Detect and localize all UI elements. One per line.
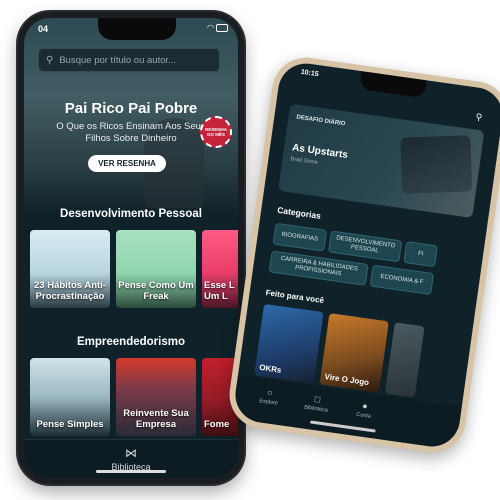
wifi-icon: ◠ (207, 23, 214, 32)
made-for-you-title: Feito para você (265, 288, 325, 306)
phone-front: 04 ◠ ⚲ Busque por título ou autor... Pai… (18, 12, 244, 484)
book-card-label: Esse L Um L (204, 280, 235, 302)
book-card[interactable]: Pense Como Um Freak (116, 230, 196, 308)
bookmark-icon: ⋈ (125, 446, 137, 460)
status-time: 10:15 (300, 68, 319, 79)
recommended-book-card[interactable]: OKRs (254, 303, 324, 384)
categories-title: Categorias (276, 204, 322, 221)
section-title-personal-development: Desenvolvimento Pessoal (60, 208, 202, 220)
tab-explore-label: Explore (258, 398, 279, 407)
battery-icon (216, 24, 228, 32)
phone-back: 10:15 ⚲ DESAFIO DIÁRIO As Upstarts Brad … (225, 53, 500, 457)
book-card-label: Reinvente Sua Empresa (123, 408, 189, 430)
category-chip[interactable]: DESENVOLVIMENTO PESSOAL (327, 230, 403, 263)
search-icon: ⚲ (46, 54, 54, 66)
tab-explore[interactable]: ○ Explore (248, 385, 290, 408)
tab-account-label: Conta (355, 411, 372, 420)
recommended-book-card[interactable]: Vire O Jogo (319, 313, 389, 393)
search-placeholder: Busque por título ou autor... (59, 54, 177, 66)
hero-title: Pai Rico Pai Pobre (64, 100, 198, 117)
phone-back-screen: 10:15 ⚲ DESAFIO DIÁRIO As Upstarts Brad … (231, 60, 500, 450)
notch (98, 18, 176, 40)
category-chip[interactable]: ECONOMIA & F (369, 264, 435, 296)
hero-subtitle: O Que os Ricos Ensinam Aos Seus Filhos S… (56, 121, 206, 144)
category-chip[interactable]: FI (403, 241, 438, 268)
section-title-entrepreneurship: Empreendedorismo (77, 336, 185, 348)
search-icon[interactable]: ⚲ (475, 112, 483, 124)
tab-library-label: Biblioteca (303, 404, 329, 414)
bookmark-icon: □ (314, 393, 321, 405)
daily-challenge-card[interactable]: DESAFIO DIÁRIO As Upstarts Brad Stone (278, 103, 485, 218)
book-card[interactable]: Esse L Um L (202, 230, 238, 308)
bottom-tab-bar: ⋈ Biblioteca (24, 439, 238, 478)
book-card[interactable]: 23 Hábitos Anti-Procrastinação (30, 230, 110, 308)
book-card-label: Pense Simples (36, 419, 104, 430)
tab-library[interactable]: □ Biblioteca (296, 391, 338, 414)
category-chip[interactable]: BIOGRAFIAS (272, 222, 328, 252)
book-card[interactable]: Pense Simples (30, 358, 110, 436)
search-input[interactable]: ⚲ Busque por título ou autor... (38, 48, 220, 72)
user-icon: ● (361, 400, 369, 412)
compass-icon: ○ (266, 387, 274, 398)
book-card[interactable]: Reinvente Sua Empresa (116, 358, 196, 436)
daily-challenge-image (400, 135, 473, 194)
tab-library[interactable]: ⋈ Biblioteca (24, 446, 238, 472)
book-card-label: Pense Como Um Freak (118, 280, 194, 302)
recommended-book-label: OKRs (258, 362, 282, 375)
review-of-month-badge: RESENHA DO MÊS (200, 116, 232, 148)
recommended-book-label: Vire O Jogo (324, 372, 370, 388)
daily-challenge-author: Brad Stone (290, 156, 319, 166)
notch (359, 71, 427, 99)
phone-front-screen: 04 ◠ ⚲ Busque por título ou autor... Pai… (24, 18, 238, 478)
book-card-label: 23 Hábitos Anti-Procrastinação (34, 280, 106, 302)
status-time: 04 (38, 24, 49, 34)
book-card-label: Fome (204, 419, 230, 430)
view-review-button[interactable]: VER RESENHA (88, 155, 166, 172)
recommended-book-card[interactable] (384, 322, 425, 398)
tab-account[interactable]: ● Conta (343, 398, 385, 421)
daily-challenge-label: DESAFIO DIÁRIO (296, 114, 346, 128)
home-indicator (309, 420, 376, 433)
home-indicator (96, 470, 166, 473)
